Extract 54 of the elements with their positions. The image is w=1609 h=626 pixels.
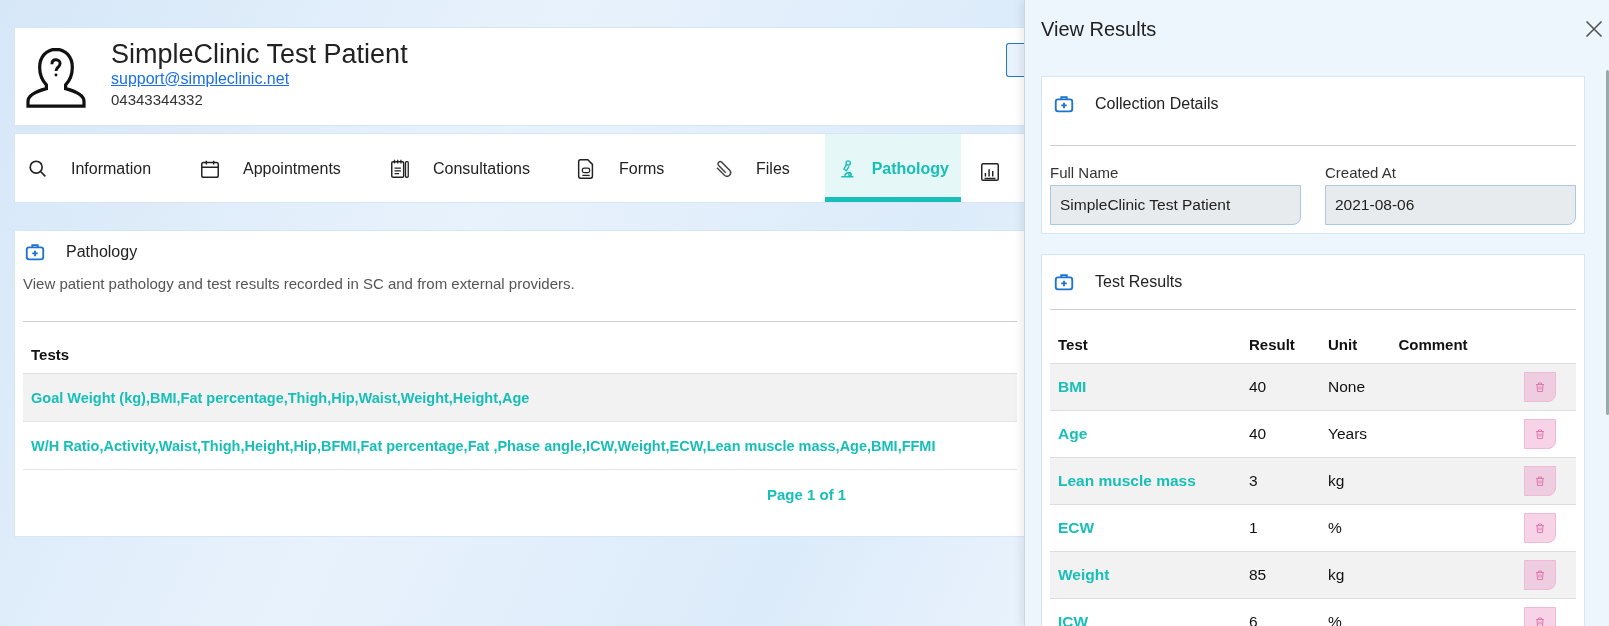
trash-icon bbox=[1534, 381, 1546, 393]
delete-button[interactable] bbox=[1524, 372, 1556, 402]
result-value: 3 bbox=[1241, 457, 1321, 505]
panel-title: View Results bbox=[1041, 17, 1157, 41]
medical-kit-icon bbox=[1053, 93, 1075, 115]
email-link[interactable]: support@simpleclinic.net bbox=[111, 69, 290, 88]
medical-kit-icon bbox=[1053, 271, 1075, 293]
test-name: BMI bbox=[1050, 363, 1241, 411]
test-name: Weight bbox=[1050, 551, 1241, 599]
unit: % bbox=[1320, 504, 1391, 552]
card-title: Collection Details bbox=[1095, 95, 1219, 113]
readonly-field[interactable]: SimpleClinic Test Patient bbox=[1050, 185, 1301, 225]
result-value: 40 bbox=[1241, 410, 1321, 458]
trash-icon bbox=[1534, 569, 1546, 581]
description: View patient pathology and test results recorded in SC and from external providers. bbox=[23, 275, 576, 292]
tab[interactable]: Information bbox=[15, 134, 187, 202]
phone-number: 04343344332 bbox=[111, 90, 203, 108]
column-header: Unit bbox=[1320, 318, 1391, 364]
column-header: Result bbox=[1241, 318, 1321, 364]
unit: kg bbox=[1320, 551, 1391, 599]
test-name: Age bbox=[1050, 410, 1241, 458]
delete-button[interactable] bbox=[1524, 560, 1556, 590]
delete-button[interactable] bbox=[1524, 513, 1556, 543]
column-header: Test bbox=[1050, 318, 1241, 364]
unit: Years bbox=[1320, 410, 1391, 458]
tab[interactable]: Consultations bbox=[377, 134, 563, 202]
trash-icon bbox=[1534, 616, 1546, 626]
field-label: Full Name bbox=[1050, 164, 1120, 181]
unit: kg bbox=[1320, 457, 1391, 505]
card-title: Test Results bbox=[1095, 273, 1183, 291]
medical-kit-icon bbox=[24, 241, 46, 263]
column-header: Comment bbox=[1390, 318, 1500, 364]
result-value: 1 bbox=[1241, 504, 1321, 552]
test-name: Lean muscle mass bbox=[1050, 457, 1241, 505]
unit: None bbox=[1320, 363, 1391, 411]
readonly-field[interactable]: 2021-08-06 bbox=[1325, 185, 1576, 225]
field-label: Created At bbox=[1325, 164, 1397, 181]
close-button[interactable] bbox=[1584, 19, 1604, 39]
notepad-icon bbox=[389, 157, 411, 181]
scrollbar[interactable] bbox=[1606, 70, 1609, 415]
tab[interactable]: Appointments bbox=[187, 134, 377, 202]
tab[interactable]: Files bbox=[700, 134, 817, 202]
trash-icon bbox=[1534, 522, 1546, 534]
card-title: Pathology bbox=[66, 243, 138, 261]
result-value: 40 bbox=[1241, 363, 1321, 411]
close-icon bbox=[1584, 19, 1604, 39]
test-name: ECW bbox=[1050, 504, 1241, 552]
trash-icon bbox=[1534, 428, 1546, 440]
result-value: 85 bbox=[1241, 551, 1321, 599]
delete-button[interactable] bbox=[1524, 466, 1556, 496]
patient-name: SimpleClinic Test Patient bbox=[111, 37, 408, 70]
trash-icon bbox=[1534, 475, 1546, 487]
delete-button[interactable] bbox=[1524, 419, 1556, 449]
tab[interactable]: Forms bbox=[563, 134, 700, 202]
